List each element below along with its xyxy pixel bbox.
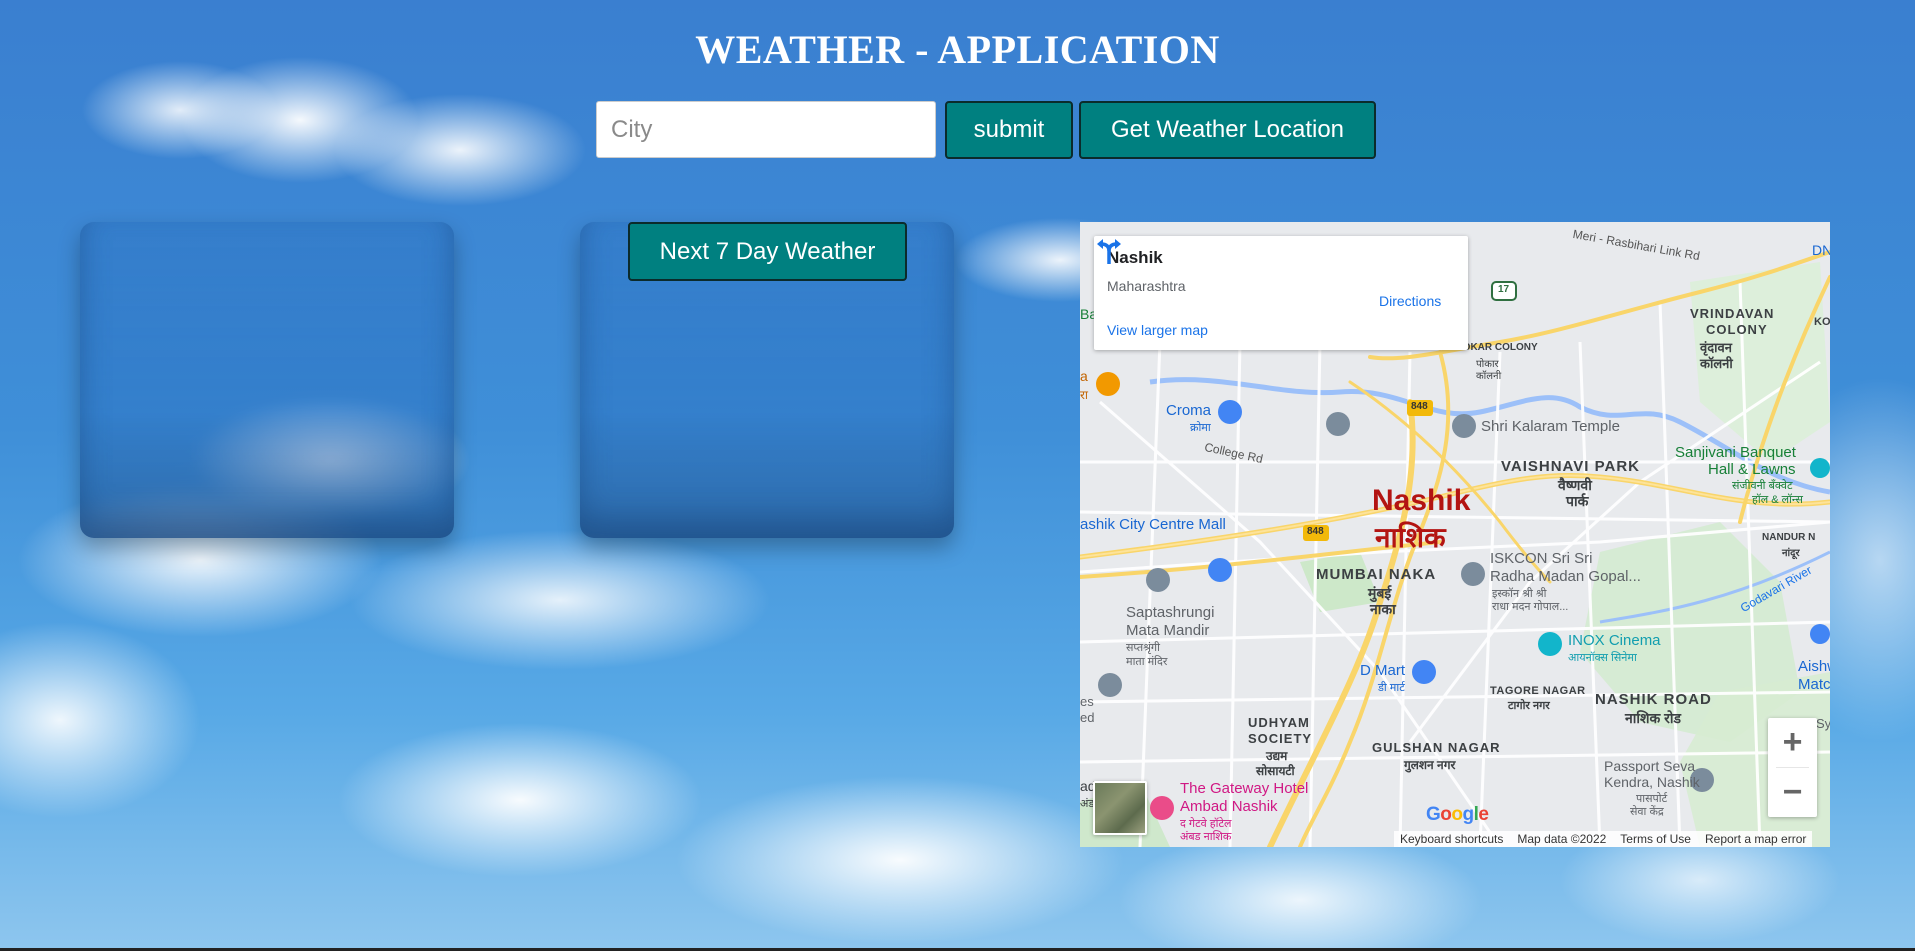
map-label-sanjivani2: Hall & Lawns (1708, 461, 1796, 478)
map-label-mumbai-naka: MUMBAI NAKA (1316, 566, 1437, 583)
map-label-aishw: Aishw (1798, 658, 1830, 675)
view-larger-map-link[interactable]: View larger map (1107, 322, 1208, 338)
map-label-inox: INOX Cinema (1568, 632, 1661, 649)
page-title: WEATHER - APPLICATION (695, 27, 1220, 72)
get-weather-location-button[interactable]: Get Weather Location (1079, 101, 1376, 159)
map-label-vrindavan2: COLONY (1706, 322, 1768, 337)
map-label-iskcon1: ISKCON Sri Sri (1490, 550, 1593, 567)
map-label-croma: Croma (1166, 402, 1212, 419)
map-label-gulshan-mr: गुलशन नगर (1404, 758, 1456, 772)
map-label-pokar-colony: POKAR COLONY (1456, 342, 1538, 353)
map-label-nashik-road: NASHIK ROAD (1595, 691, 1712, 708)
map-label-udhyam1: UDHYAM (1248, 715, 1310, 730)
keyboard-shortcuts-link[interactable]: Keyboard shortcuts (1400, 832, 1503, 846)
map-label-city: Nashik (1372, 484, 1471, 517)
map-label-nandur: NANDUR N (1762, 532, 1816, 543)
map-label-dmart: D Mart (1360, 662, 1405, 679)
map-label-udhyam2: SOCIETY (1248, 731, 1313, 746)
zoom-in-button[interactable]: + (1768, 718, 1817, 767)
map-label-iskcon2: Radha Madan Gopal... (1490, 568, 1641, 585)
place-info-card: Nashik Maharashtra View larger map Direc… (1094, 236, 1468, 350)
directions-link[interactable]: Directions (1379, 293, 1441, 309)
map-label-ko: KO (1814, 316, 1830, 328)
terms-of-use-link[interactable]: Terms of Use (1620, 832, 1691, 846)
report-map-error-link[interactable]: Report a map error (1705, 832, 1806, 846)
map-label-nandur-mr: नांदूर (1782, 548, 1800, 559)
weather-card (80, 222, 454, 538)
map-label-saptashrungi-mr2: माता मंदिर (1126, 656, 1168, 668)
map-label-pokar-mr2: कॉलनी (1476, 371, 1502, 382)
map-label-ra: रा (1080, 388, 1089, 402)
map-label-inox-mr: आयनॉक्स सिनेमा (1568, 652, 1637, 664)
map-label-passport-mr2: सेवा केंद्र (1630, 806, 1664, 818)
map-label-dmart-mr: डी मार्ट (1378, 682, 1405, 694)
map-label-udhyam-mr2: सोसायटी (1256, 764, 1295, 778)
map-label-matc: Matc (1798, 676, 1830, 693)
city-input[interactable] (596, 101, 936, 158)
map-label-mumbai-naka-mr2: नाका (1370, 601, 1396, 617)
map-label-vaishnavi: VAISHNAVI PARK (1501, 458, 1641, 475)
map-label-passport1: Passport Seva (1604, 758, 1696, 774)
map-label-tagore-mr: टागोर नगर (1508, 700, 1550, 712)
map-label-sy: Sy (1816, 716, 1830, 731)
map-label-ed: ed (1080, 710, 1095, 725)
next-7-day-weather-button[interactable]: Next 7 Day Weather (628, 222, 907, 281)
map-label-saptashrungi1: Saptashrungi (1126, 604, 1215, 621)
map-label-croma-marathi: क्रोमा (1190, 422, 1211, 434)
map-embed[interactable]: Nashik नाशिक Croma क्रोमा College Rd Shr… (1080, 222, 1830, 847)
map-label-gateway1: The Gateway Hotel (1180, 780, 1309, 797)
google-logo: Google (1426, 804, 1489, 825)
map-label-sanjivani-mr1: संजीवनी बँक्वेट (1732, 480, 1793, 492)
map-label-saptashrungi-mr1: सप्तश्रृंगी (1126, 642, 1160, 654)
map-label-route-848b: 848 (1307, 526, 1324, 537)
submit-button[interactable]: submit (945, 101, 1073, 159)
map-label-city-marathi: नाशिक (1375, 522, 1446, 553)
map-label-a: a (1080, 368, 1088, 384)
map-label-city-centre: ashik City Centre Mall (1080, 516, 1226, 533)
satellite-toggle-button[interactable] (1093, 781, 1147, 835)
place-state: Maharashtra (1107, 278, 1186, 294)
map-data-text: Map data ©2022 (1517, 832, 1607, 846)
map-attribution-bar: Keyboard shortcuts Map data ©2022 Terms … (1394, 831, 1813, 847)
map-label-gateway-mr2: अंबड नाशिक (1180, 831, 1232, 843)
zoom-out-button[interactable]: − (1768, 768, 1817, 817)
map-label-sanjivani1: Sanjivani Banquet (1675, 444, 1796, 461)
map-label-sanjivani-mr2: हॉल & लॉन्स (1752, 494, 1803, 506)
map-label-kalaram: Shri Kalaram Temple (1481, 418, 1620, 435)
directions-icon[interactable] (1094, 236, 1124, 266)
map-label-iskcon-mr2: राधा मदन गोपाल... (1492, 601, 1569, 613)
zoom-controls: + − (1768, 718, 1817, 817)
map-label-vrindavan1: VRINDAVAN (1690, 306, 1775, 321)
map-label-saptashrungi2: Mata Mandir (1126, 622, 1210, 639)
map-label-gulshan: GULSHAN NAGAR (1372, 740, 1501, 755)
map-label-passport2: Kendra, Nashik (1604, 774, 1700, 790)
map-label-gateway2: Ambad Nashik (1180, 798, 1278, 815)
map-label-es: es (1080, 694, 1094, 709)
map-label-route-17: 17 (1498, 284, 1510, 295)
map-label-vaishnavi-mr2: पार्क (1566, 493, 1589, 509)
map-label-route-848a: 848 (1411, 401, 1428, 412)
map-label-nashik-road-mr: नाशिक रोड (1625, 710, 1682, 726)
map-label-tagore: TAGORE NAGAR (1490, 685, 1586, 697)
map-label-vrindavan-mr2: कॉलनी (1700, 356, 1733, 371)
map-label-dn: DN (1812, 242, 1830, 258)
